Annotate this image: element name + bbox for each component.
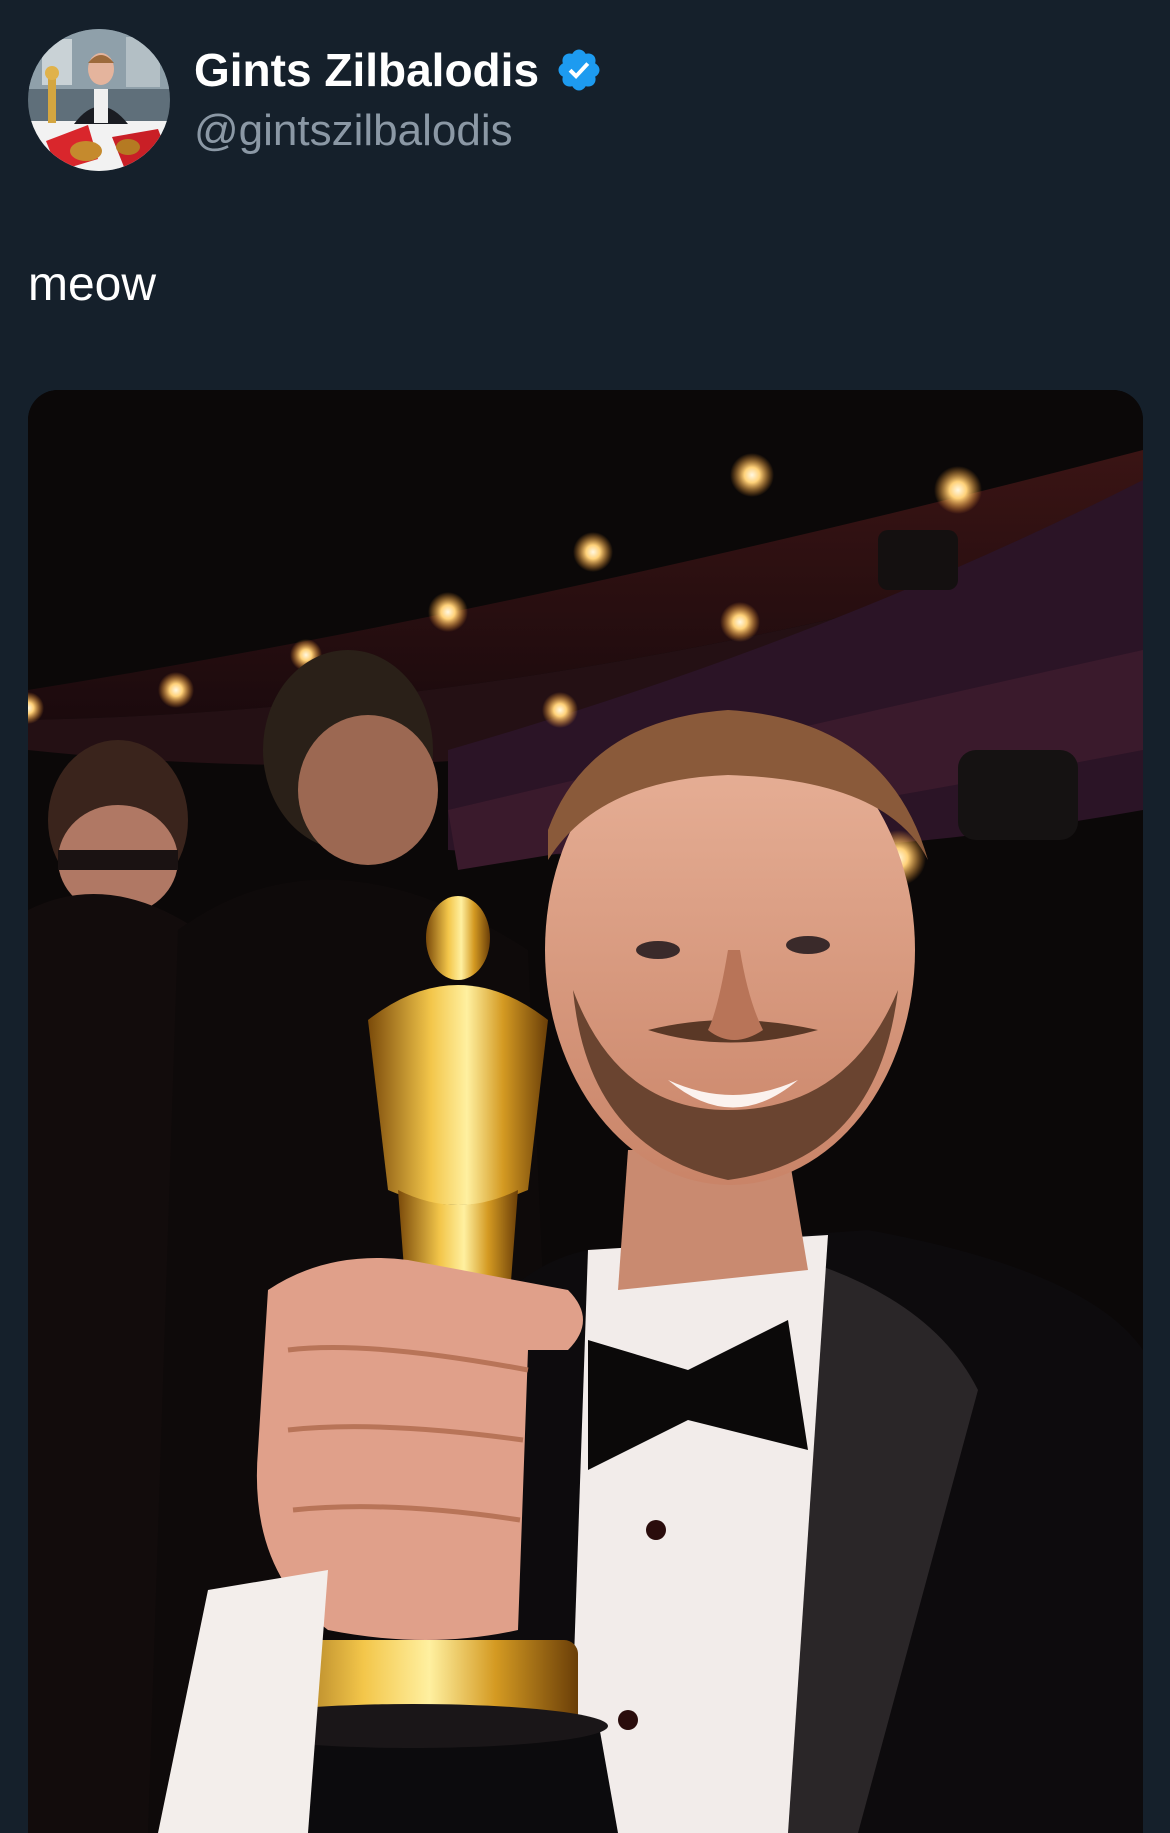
tweet-card: Gints Zilbalodis @gintszilbalodis meow: [0, 0, 1170, 1833]
avatar-image: [28, 29, 170, 171]
photo-image: [28, 390, 1143, 1833]
verified-check-icon[interactable]: [555, 46, 603, 94]
tweet-photo[interactable]: [28, 390, 1143, 1833]
author-avatar[interactable]: [28, 29, 170, 171]
author-display-name[interactable]: Gints Zilbalodis: [194, 42, 539, 98]
author-handle[interactable]: @gintszilbalodis: [194, 104, 513, 158]
tweet-text: meow: [28, 258, 157, 311]
